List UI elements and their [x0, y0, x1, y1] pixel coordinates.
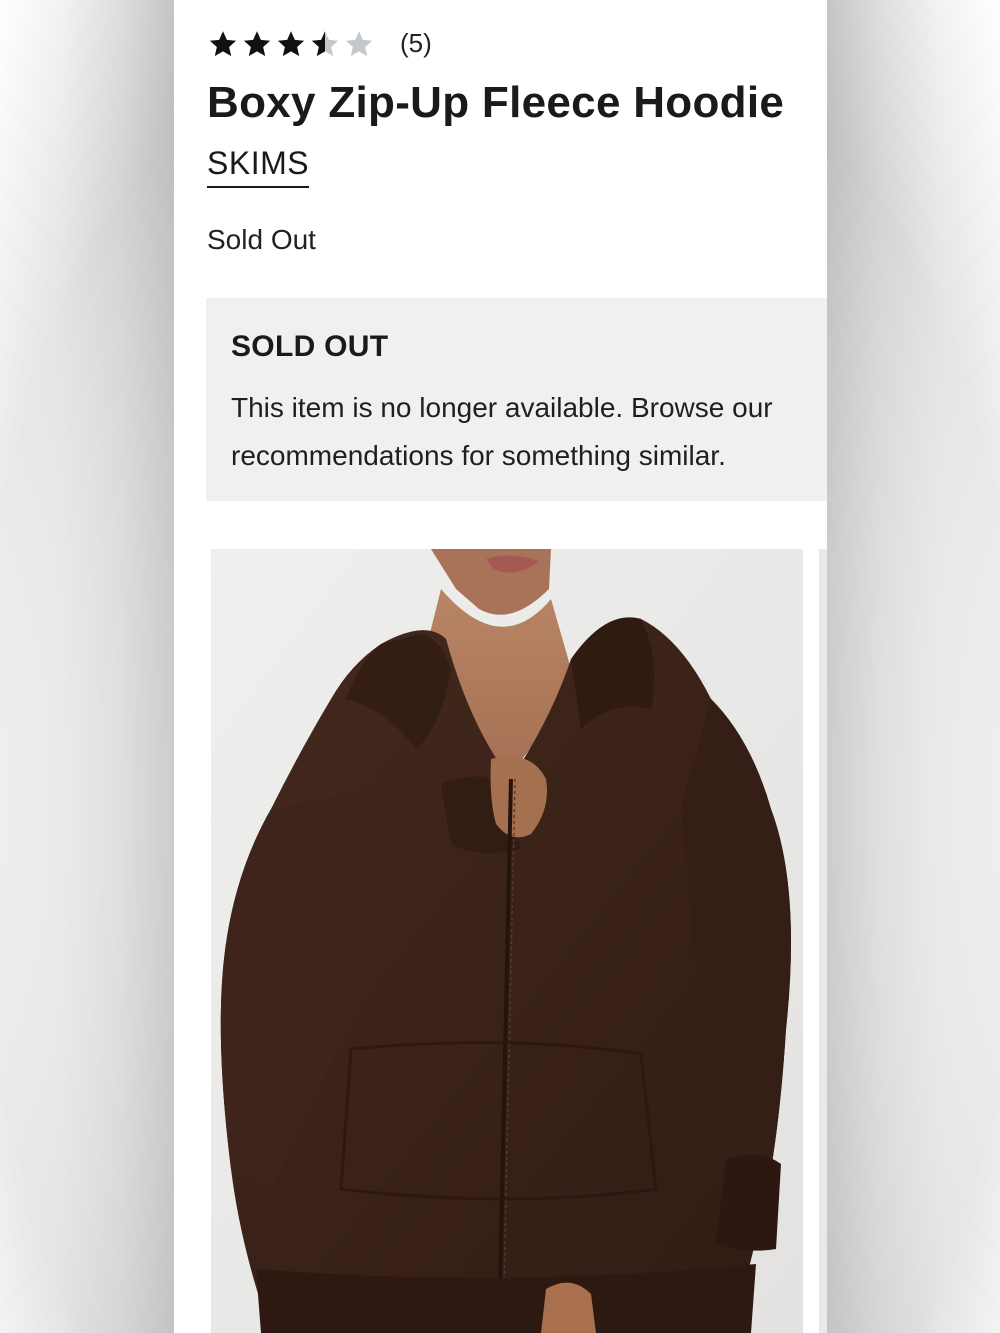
image-carousel[interactable] [211, 549, 827, 1333]
next-image-peek[interactable] [819, 549, 827, 1333]
rating[interactable]: (5) [208, 28, 432, 59]
notice-heading: SOLD OUT [231, 330, 389, 363]
availability-status: Sold Out [207, 224, 316, 255]
empty-star-icon [345, 30, 373, 56]
notice-body: This item is no longer available. Browse… [231, 392, 773, 471]
half-star-icon [311, 30, 339, 56]
brand-link[interactable]: SKIMS [207, 145, 310, 188]
star-icon [243, 30, 271, 56]
product-photo[interactable] [211, 549, 803, 1333]
product-title: Boxy Zip-Up Fleece Hoodie [207, 78, 785, 127]
product-page: (5) Boxy Zip-Up Fleece Hoodie SKIMS Sold… [174, 0, 827, 1333]
sold-out-notice: SOLD OUT This item is no longer availabl… [206, 298, 827, 501]
review-count[interactable]: (5) [400, 28, 432, 59]
hoodie-illustration [211, 549, 803, 1333]
star-icon [209, 30, 237, 56]
star-icon [277, 30, 305, 56]
